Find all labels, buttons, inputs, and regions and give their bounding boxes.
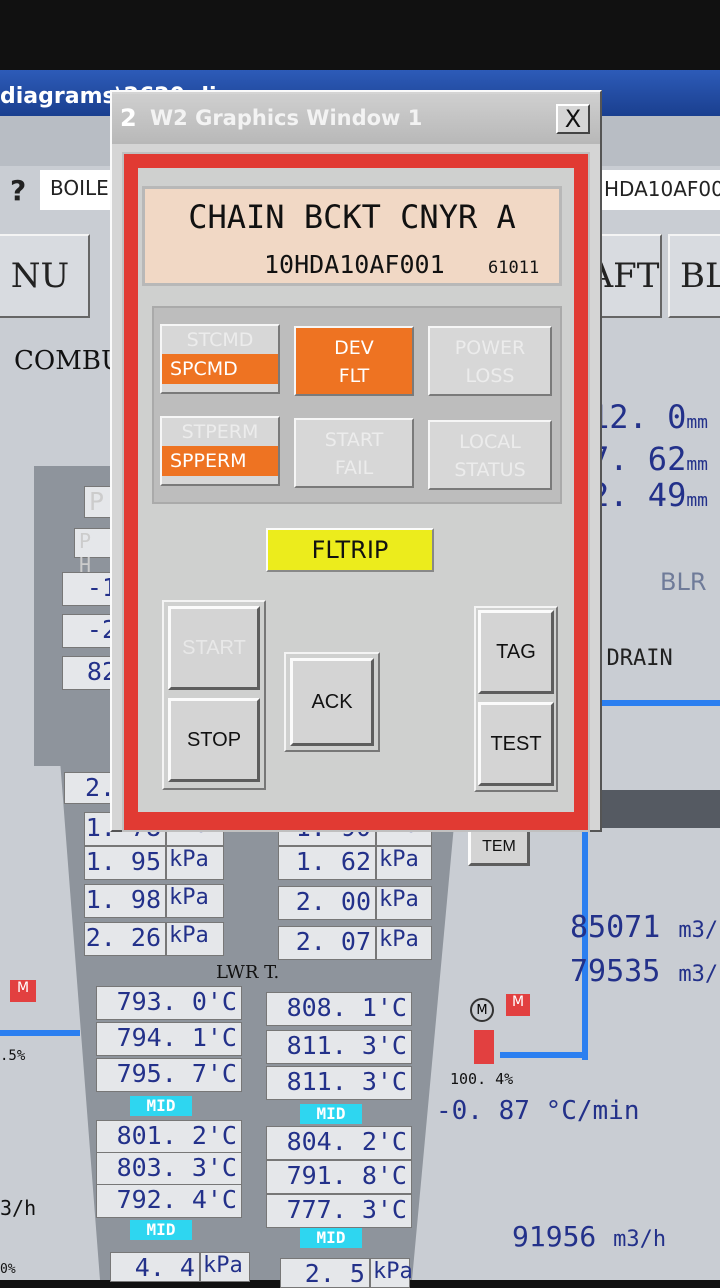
device-code: 61011 xyxy=(488,258,540,278)
popup-title: W2 Graphics Window 1 xyxy=(150,106,423,130)
device-tag: 10HDA10AF001 xyxy=(264,250,445,279)
temp-left-1-0: 793. 0'C xyxy=(96,986,242,1020)
mid-label-right-2: MID xyxy=(300,1228,362,1248)
blr-label: BLR xyxy=(660,568,707,596)
mid-label-left-1: MID xyxy=(130,1096,192,1116)
left-bottom-unit: 3/h xyxy=(0,1196,37,1220)
left-percent: .5% xyxy=(0,1048,26,1064)
ack-button[interactable]: ACK xyxy=(290,658,374,746)
lwr-label: LWR T. xyxy=(216,962,280,983)
pressure-right-2-unit: kPa xyxy=(376,886,432,920)
pipe-top xyxy=(582,700,720,706)
tab-menu[interactable]: NU xyxy=(0,234,90,318)
bottom-value-left: 4. 4 xyxy=(110,1252,200,1282)
pipe-left xyxy=(0,1030,80,1036)
pressure-right-3-unit: kPa xyxy=(376,926,432,960)
status-cmd: STCMD SPCMD xyxy=(160,324,280,394)
close-icon: X xyxy=(564,105,582,133)
close-button[interactable]: X xyxy=(556,104,590,134)
window-icon: 2 xyxy=(120,104,137,132)
temp-left-1-1: 794. 1'C xyxy=(96,1022,242,1056)
temp-right-1-0: 808. 1'C xyxy=(266,992,412,1026)
rate-readout: -0. 87 °C/min xyxy=(436,1096,640,1126)
tab-blr[interactable]: BLI xyxy=(668,234,720,318)
fltrip-alarm: FLTRIP xyxy=(266,528,434,572)
mid-label-left-2: MID xyxy=(130,1220,192,1240)
pressure-right-1-unit: kPa xyxy=(376,846,432,880)
device-name: CHAIN BCKT CNYR A xyxy=(188,198,516,236)
pressure-right-2: 2. 00 xyxy=(278,886,376,920)
stop-button[interactable]: STOP xyxy=(168,698,260,782)
test-button[interactable]: TEST xyxy=(478,702,554,786)
temp-right-1-1: 811. 3'C xyxy=(266,1030,412,1064)
dev-flt-indicator: DEV FLT xyxy=(294,326,414,396)
pressure-left-3-unit: kPa xyxy=(166,884,224,918)
bottom-value-left-unit: kPa xyxy=(200,1252,250,1282)
help-icon[interactable]: ? xyxy=(10,174,26,207)
temp-left-2-1: 803. 3'C xyxy=(96,1152,242,1186)
pressure-left-2-unit: kPa xyxy=(166,846,224,880)
power-loss-indicator: POWER LOSS xyxy=(428,326,552,396)
mid-label-right-1: MID xyxy=(300,1104,362,1124)
pressure-right-1: 1. 62 xyxy=(278,846,376,880)
left-alarm-flag-icon: M xyxy=(10,980,36,1002)
bottom-value-right-unit: kPa xyxy=(370,1258,413,1288)
spperm-indicator: SPPERM xyxy=(162,446,278,476)
damper-icon[interactable] xyxy=(474,1030,494,1064)
valve-percent: 100. 4% xyxy=(450,1070,514,1088)
tag-button[interactable]: TAG xyxy=(478,610,554,694)
pressure-left-3: 1. 98 xyxy=(84,884,166,918)
temp-right-2-1: 791. 8'C xyxy=(266,1160,412,1194)
flow-2: 79535 m3/ xyxy=(570,954,719,989)
file-label[interactable]: BOILE xyxy=(40,170,110,210)
flow-3: 91956 m3/h xyxy=(512,1220,667,1253)
spcmd-indicator: SPCMD xyxy=(162,354,278,384)
temp-left-2-2: 792. 4'C xyxy=(96,1184,242,1218)
bottom-value-right: 2. 5 xyxy=(280,1258,370,1288)
temp-right-1-2: 811. 3'C xyxy=(266,1066,412,1100)
temp-left-2-0: 801. 2'C xyxy=(96,1120,242,1154)
left-bottom-percent: 0% xyxy=(0,1262,16,1277)
motor-icon[interactable]: M xyxy=(470,998,494,1022)
start-button[interactable]: START xyxy=(168,606,260,690)
status-perm: STPERM SPPERM xyxy=(160,416,280,486)
temp-right-2-0: 804. 2'C xyxy=(266,1126,412,1160)
stcmd-indicator: STCMD xyxy=(186,329,254,351)
pressure-right-3: 2. 07 xyxy=(278,926,376,960)
pressure-left-4: 2. 26 xyxy=(84,922,166,956)
reading-2: 7. 62mm xyxy=(590,440,709,478)
reading-1: 12. 0mm xyxy=(590,398,709,436)
start-fail-indicator: START FAIL xyxy=(294,418,414,488)
temp-left-1-2: 795. 7'C xyxy=(96,1058,242,1092)
pressure-left-4-unit: kPa xyxy=(166,922,224,956)
temp-right-2-2: 777. 3'C xyxy=(266,1194,412,1228)
device-code-label: HDA10AF00 xyxy=(600,170,720,210)
pipe-horizontal xyxy=(500,1052,586,1058)
tem-button[interactable]: TEM xyxy=(468,828,530,866)
reading-3: 2. 49mm xyxy=(590,476,709,514)
flow-1: 85071 m3/ xyxy=(570,910,719,945)
stperm-indicator: STPERM xyxy=(181,421,259,443)
local-status-indicator: LOCAL STATUS xyxy=(428,420,552,490)
pressure-left-2: 1. 95 xyxy=(84,846,166,880)
alarm-flag-icon: M xyxy=(506,994,530,1016)
